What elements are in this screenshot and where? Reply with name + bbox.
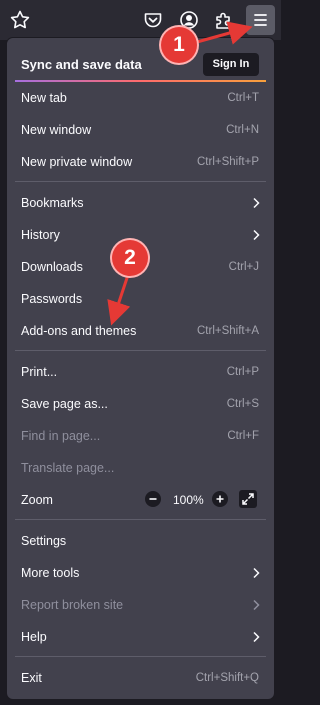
menu-item-label: Exit: [21, 671, 42, 685]
menu-item-find-in-page[interactable]: Find in page... Ctrl+F: [7, 421, 274, 451]
app-menu-panel: Sync and save data Sign In New tab Ctrl+…: [7, 38, 274, 699]
annotation-badge-1: 1: [161, 27, 197, 63]
menu-item-label: Help: [21, 630, 47, 644]
zoom-out-button[interactable]: [145, 491, 161, 507]
extensions-icon[interactable]: [212, 8, 236, 32]
menu-item-label: History: [21, 228, 60, 242]
menu-item-label: Save page as...: [21, 397, 108, 411]
chevron-right-icon: [253, 197, 260, 209]
menu-item-label: Print...: [21, 365, 58, 379]
chevron-right-icon: [253, 599, 260, 611]
fullscreen-button[interactable]: [239, 490, 257, 508]
sync-gradient-divider: [15, 80, 266, 82]
menu-item-shortcut: Ctrl+T: [227, 92, 259, 104]
menu-item-shortcut: Ctrl+J: [228, 261, 259, 273]
menu-button[interactable]: [246, 5, 275, 35]
star-icon[interactable]: [8, 8, 32, 32]
menu-item-shortcut: Ctrl+P: [226, 366, 259, 378]
menu-item-shortcut: Ctrl+N: [226, 124, 259, 136]
menu-item-label: New window: [21, 123, 92, 137]
chevron-right-icon: [253, 229, 260, 241]
menu-item-shortcut: Ctrl+Shift+Q: [195, 672, 259, 684]
menu-item-translate-page[interactable]: Translate page...: [7, 453, 274, 483]
menu-item-report-broken-site[interactable]: Report broken site: [7, 590, 274, 620]
menu-item-exit[interactable]: Exit Ctrl+Shift+Q: [7, 663, 274, 693]
sync-title: Sync and save data: [21, 57, 142, 72]
menu-item-shortcut: Ctrl+S: [226, 398, 259, 410]
sign-in-button[interactable]: Sign In: [203, 53, 259, 76]
menu-item-shortcut: Ctrl+F: [227, 430, 259, 442]
sync-section: Sync and save data Sign In: [7, 44, 274, 84]
menu-item-label: Settings: [21, 534, 67, 548]
menu-item-new-tab[interactable]: New tab Ctrl+T: [7, 83, 274, 113]
menu-item-more-tools[interactable]: More tools: [7, 558, 274, 588]
zoom-label: Zoom: [21, 493, 53, 507]
menu-item-label: Add-ons and themes: [21, 324, 137, 338]
menu-item-label: Translate page...: [21, 461, 115, 475]
menu-item-label: Bookmarks: [21, 196, 84, 210]
menu-item-addons-and-themes[interactable]: Add-ons and themes Ctrl+Shift+A: [7, 316, 274, 346]
menu-separator: [15, 519, 266, 520]
menu-item-bookmarks[interactable]: Bookmarks: [7, 188, 274, 218]
menu-item-print[interactable]: Print... Ctrl+P: [7, 357, 274, 387]
menu-item-save-page-as[interactable]: Save page as... Ctrl+S: [7, 389, 274, 419]
menu-item-help[interactable]: Help: [7, 622, 274, 652]
chevron-right-icon: [253, 631, 260, 643]
menu-item-new-window[interactable]: New window Ctrl+N: [7, 115, 274, 145]
menu-item-label: More tools: [21, 566, 80, 580]
menu-item-settings[interactable]: Settings: [7, 526, 274, 556]
chevron-right-icon: [253, 567, 260, 579]
menu-separator: [15, 656, 266, 657]
menu-item-zoom: Zoom 100%: [7, 485, 274, 515]
menu-item-label: New tab: [21, 91, 67, 105]
menu-icon: [254, 14, 267, 26]
menu-separator: [15, 350, 266, 351]
menu-separator: [15, 181, 266, 182]
pocket-icon[interactable]: [141, 8, 165, 32]
menu-item-passwords[interactable]: Passwords: [7, 284, 274, 314]
menu-item-label: Report broken site: [21, 598, 124, 612]
zoom-in-button[interactable]: [212, 491, 228, 507]
menu-item-shortcut: Ctrl+Shift+P: [197, 156, 259, 168]
menu-item-label: Find in page...: [21, 429, 101, 443]
zoom-level[interactable]: 100%: [173, 493, 204, 507]
annotation-badge-2: 2: [112, 240, 148, 276]
browser-toolbar: [0, 0, 281, 40]
menu-item-label: New private window: [21, 155, 133, 169]
menu-item-new-private-window[interactable]: New private window Ctrl+Shift+P: [7, 147, 274, 177]
menu-item-label: Passwords: [21, 292, 83, 306]
menu-item-shortcut: Ctrl+Shift+A: [197, 325, 259, 337]
menu-item-label: Downloads: [21, 260, 83, 274]
